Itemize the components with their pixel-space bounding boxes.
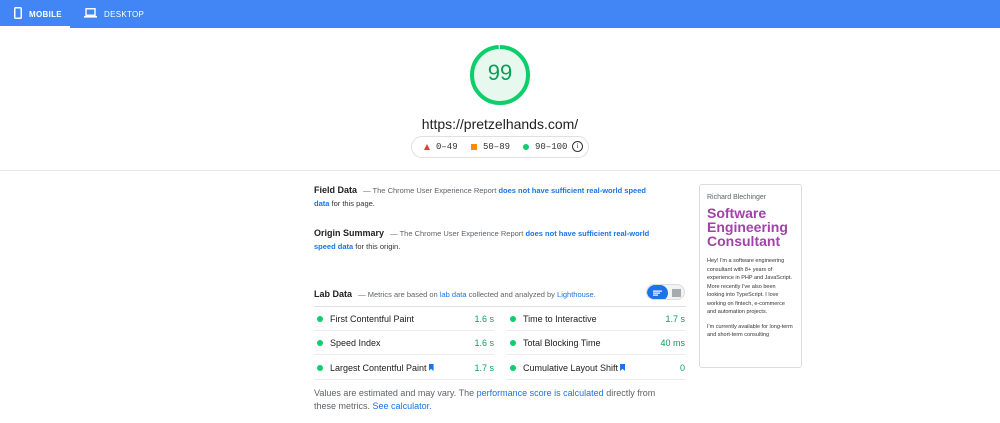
device-tab-bar: MOBILE DESKTOP: [0, 0, 1000, 28]
phone-icon: [14, 7, 22, 21]
sidebar-ad-card[interactable]: Richard Blechinger Software Engineering …: [699, 184, 802, 368]
score-calculated-link[interactable]: performance score is calculated: [477, 388, 604, 398]
origin-summary-suffix: for this origin.: [355, 242, 401, 251]
field-data-suffix: for this page.: [331, 199, 375, 208]
lab-data-prefix: — Metrics are based on: [358, 290, 438, 299]
legend-fail: 0–49: [424, 142, 458, 152]
metric-tti: Time to Interactive 1.7 s: [507, 307, 685, 331]
metric-label: Time to Interactive: [523, 313, 597, 324]
ad-author: Richard Blechinger: [707, 194, 767, 201]
pass-dot-icon: [317, 364, 323, 371]
metric-label: Largest Contentful Paint: [330, 362, 427, 373]
lab-data-link[interactable]: lab data: [440, 290, 467, 299]
legend-pass: 90–100: [523, 142, 567, 152]
field-data-heading: Field Data: [314, 185, 358, 195]
see-calculator-link[interactable]: See calculator.: [373, 401, 432, 411]
circle-icon: [523, 144, 529, 150]
performance-score: 99: [487, 60, 513, 85]
metric-label: Speed Index: [330, 337, 381, 348]
tab-mobile-label: MOBILE: [29, 9, 62, 19]
lab-data-end: .: [593, 290, 596, 299]
metric-label: First Contentful Paint: [330, 313, 415, 324]
square-icon: [471, 144, 477, 150]
metric-value: 0: [679, 362, 685, 373]
metric-lcp: Largest Contentful Paint 1.7 s: [314, 356, 494, 380]
metrics-view-toggle[interactable]: [646, 284, 685, 300]
metric-value: 1.6 s: [474, 313, 494, 324]
bookmark-icon: [428, 364, 434, 371]
metric-tbt: Total Blocking Time 40 ms: [507, 331, 685, 355]
metric-value: 1.7 s: [474, 362, 494, 373]
triangle-icon: [424, 144, 430, 150]
ad-title: Software Engineering Consultant: [707, 205, 788, 249]
pass-dot-icon: [510, 364, 516, 371]
metric-cls: Cumulative Layout Shift 0: [507, 356, 685, 380]
ad-body: Hey! I'm a software engineering consulta…: [707, 257, 794, 340]
field-data-section: Field Data — The Chrome User Experience …: [314, 184, 659, 210]
tab-mobile[interactable]: MOBILE: [0, 0, 70, 28]
ad-paragraph: I'm currently available for long-term an…: [707, 323, 793, 339]
footnote-text: Values are estimated and may vary. The: [314, 388, 475, 398]
laptop-icon: [84, 8, 97, 20]
lighthouse-link[interactable]: Lighthouse: [557, 290, 594, 299]
origin-summary-prefix: — The Chrome User Experience Report: [390, 229, 524, 238]
tab-desktop[interactable]: DESKTOP: [84, 0, 144, 28]
expanded-list-icon[interactable]: [668, 285, 685, 300]
pass-dot-icon: [510, 315, 516, 322]
metric-fcp: First Contentful Paint 1.6 s: [314, 307, 494, 331]
score-legend: 0–49 50–89 90–100 i: [411, 136, 589, 158]
pass-dot-icon: [317, 339, 323, 346]
legend-pass-range: 90–100: [535, 142, 568, 152]
metric-value: 40 ms: [660, 337, 685, 348]
lab-data-heading: Lab Data: [314, 289, 353, 299]
divider: [0, 170, 1000, 171]
footnote: Values are estimated and may vary. The p…: [314, 387, 664, 413]
origin-summary-heading: Origin Summary: [314, 228, 385, 238]
list-icon: [653, 290, 662, 296]
legend-average-range: 50–89: [483, 142, 511, 152]
analyzed-url: https://pretzelhands.com/: [421, 116, 579, 132]
legend-average: 50–89: [471, 142, 510, 152]
metric-value: 1.6 s: [474, 337, 494, 348]
pass-dot-icon: [317, 315, 323, 322]
lab-data-header: Lab Data — Metrics are based on lab data…: [314, 289, 596, 299]
pass-dot-icon: [510, 339, 516, 346]
bookmark-icon: [620, 364, 626, 371]
toggle-compact-view[interactable]: [647, 285, 668, 299]
metric-speed-index: Speed Index 1.6 s: [314, 331, 494, 355]
metric-value: 1.7 s: [665, 313, 685, 324]
metric-label: Cumulative Layout Shift: [523, 362, 619, 373]
origin-summary-section: Origin Summary — The Chrome User Experie…: [314, 227, 659, 253]
metric-label: Total Blocking Time: [523, 337, 601, 348]
tab-desktop-label: DESKTOP: [104, 9, 145, 19]
field-data-prefix: — The Chrome User Experience Report: [363, 186, 497, 195]
info-icon[interactable]: i: [572, 141, 583, 152]
ad-paragraph: Hey! I'm a software engineering consulta…: [707, 258, 792, 315]
lab-data-middle: collected and analyzed by: [468, 290, 555, 299]
legend-fail-range: 0–49: [436, 142, 458, 152]
